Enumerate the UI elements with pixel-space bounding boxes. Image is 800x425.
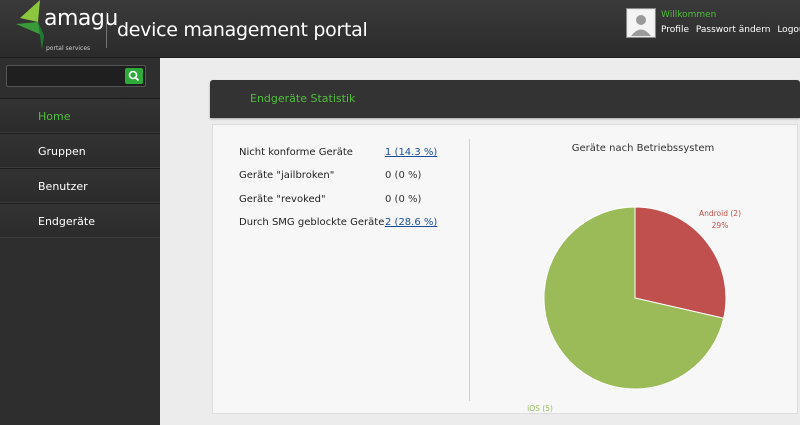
portal-title: device management portal	[117, 19, 368, 41]
stat-label-blocked: Durch SMG geblockte Geräte	[239, 217, 385, 228]
pie-label: Android (2)	[699, 209, 741, 218]
panel-header: Endgeräte Statistik	[210, 80, 800, 118]
search-input[interactable]	[9, 67, 121, 85]
stat-value-revoked: 0 (0 %)	[385, 194, 422, 205]
sidebar-item-label: Gruppen	[38, 145, 86, 158]
sidebar-item-gruppen[interactable]: Gruppen	[0, 133, 160, 168]
search-box	[6, 65, 146, 87]
sidebar-item-benutzer[interactable]: Benutzer	[0, 168, 160, 203]
os-pie-chart: Android (2)29%iOS (5)71%	[527, 206, 741, 413]
sidebar-item-endgeraete[interactable]: Endgeräte	[0, 203, 160, 238]
welcome-text: Willkommen	[661, 10, 717, 20]
sidebar-item-label: Benutzer	[38, 180, 88, 193]
stat-value-jailbroken: 0 (0 %)	[385, 170, 422, 181]
user-links: Profile Passwort ändern Logout	[661, 25, 800, 35]
sidebar: Home Gruppen Benutzer Endgeräte	[0, 58, 160, 425]
stat-value-noncompliant[interactable]: 1 (14.3 %)	[385, 147, 437, 158]
main-content: Endgeräte Statistik Nicht konforme Gerät…	[160, 58, 800, 425]
stat-label-noncompliant: Nicht konforme Geräte	[239, 147, 353, 158]
stat-label-revoked: Geräte "revoked"	[239, 194, 326, 205]
panel-body: Nicht konforme Geräte 1 (14.3 %) Geräte …	[212, 124, 798, 414]
search-button[interactable]	[125, 68, 143, 84]
search-icon	[128, 70, 140, 82]
pie-percent-label: 29%	[712, 221, 729, 230]
user-avatar-icon	[628, 10, 654, 36]
top-header: amagu portal services device management …	[0, 0, 800, 58]
stat-label-jailbroken: Geräte "jailbroken"	[239, 170, 335, 181]
sidebar-item-label: Home	[38, 110, 71, 123]
brand-subtitle: portal services	[46, 45, 91, 52]
pie-label: iOS (5)	[527, 404, 553, 413]
avatar[interactable]	[626, 8, 656, 38]
user-box: Willkommen Profile Passwort ändern Logou…	[626, 8, 800, 38]
profile-link[interactable]: Profile	[661, 25, 689, 35]
chart-title: Geräte nach Betriebssystem	[571, 143, 715, 154]
stat-value-blocked[interactable]: 2 (28.6 %)	[385, 217, 437, 228]
panel-title: Endgeräte Statistik	[250, 92, 356, 105]
header-divider	[106, 12, 107, 48]
change-password-link[interactable]: Passwort ändern	[696, 25, 771, 35]
logout-link[interactable]: Logout	[777, 25, 800, 35]
column-divider	[469, 139, 470, 401]
sidebar-item-label: Endgeräte	[38, 215, 95, 228]
sidebar-item-home[interactable]: Home	[0, 98, 160, 133]
